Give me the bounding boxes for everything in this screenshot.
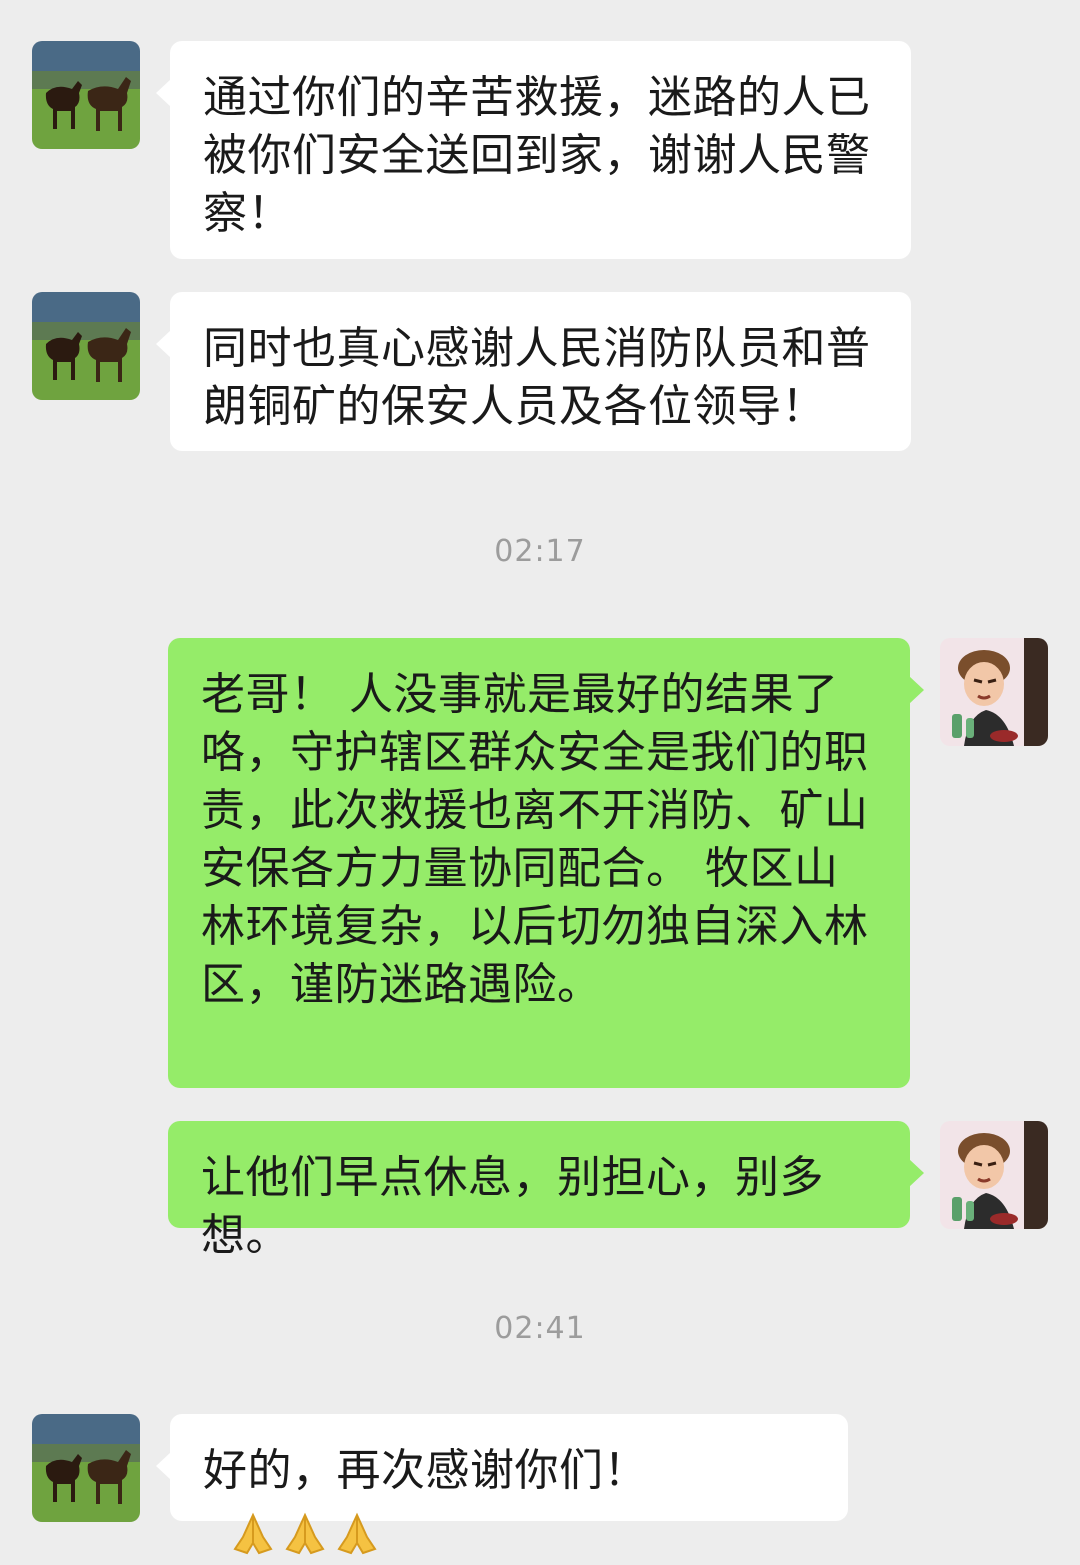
self-avatar[interactable] [940, 1121, 1048, 1229]
message-text: 好的，再次感谢你们！ [203, 1445, 648, 1496]
message-text: 通过你们的辛苦救援，迷路的人已被你们安全送回到家，谢谢人民警察！ [203, 72, 871, 239]
message-text: 让他们早点休息，别担心，别多想。 [201, 1152, 824, 1261]
cartoon-man-avatar-icon [940, 638, 1048, 746]
emoji-row [229, 1502, 385, 1560]
folded-hands-icon [285, 1512, 325, 1555]
message-bubble[interactable]: 通过你们的辛苦救援，迷路的人已被你们安全送回到家，谢谢人民警察！ [156, 41, 911, 259]
timestamp: 02:41 [494, 1311, 586, 1346]
self-avatar[interactable] [940, 638, 1048, 746]
folded-hands-icon [337, 1512, 377, 1555]
horses-avatar-icon [32, 41, 140, 149]
contact-avatar[interactable] [32, 1414, 140, 1522]
cartoon-man-avatar-icon [940, 1121, 1048, 1229]
message-bubble[interactable]: 好的，再次感谢你们！ [156, 1414, 848, 1555]
horses-avatar-icon [32, 1414, 140, 1522]
message-bubble[interactable]: 让他们早点休息，别担心，别多想。 [168, 1121, 924, 1261]
contact-avatar[interactable] [32, 41, 140, 149]
timestamp: 02:17 [494, 534, 586, 569]
folded-hands-icon [233, 1512, 273, 1555]
message-text: 同时也真心感谢人民消防队员和普朗铜矿的保安人员及各位领导！ [203, 323, 871, 432]
message-bubble[interactable]: 同时也真心感谢人民消防队员和普朗铜矿的保安人员及各位领导！ [156, 292, 911, 451]
contact-avatar[interactable] [32, 292, 140, 400]
message-bubble[interactable]: 老哥！ 人没事就是最好的结果了咯，守护辖区群众安全是我们的职责，此次救援也离不开… [168, 638, 924, 1088]
horses-avatar-icon [32, 292, 140, 400]
message-text: 老哥！ 人没事就是最好的结果了咯，守护辖区群众安全是我们的职责，此次救援也离不开… [201, 669, 869, 1010]
